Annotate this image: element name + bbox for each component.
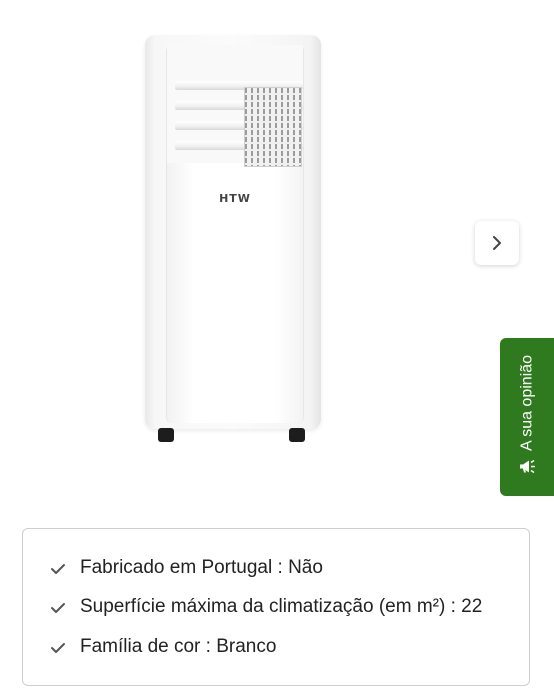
spec-item: Família de cor : Branco [49, 635, 276, 659]
ac-wheel [289, 428, 305, 442]
spec-label: Fabricado em Portugal [80, 557, 273, 578]
chevron-right-icon [493, 236, 501, 250]
ac-air-outlet [167, 45, 303, 167]
check-icon [51, 603, 65, 613]
megaphone-icon [517, 457, 537, 482]
ac-wheel [158, 428, 174, 442]
spec-separator: : [272, 557, 289, 578]
next-image-button[interactable] [475, 221, 519, 265]
ac-front-panel: HTW [166, 45, 304, 423]
feedback-tab[interactable]: A sua opinião [500, 338, 554, 496]
product-specs: Fabricado em Portugal : Não Superfície m… [22, 528, 530, 686]
product-image-gallery: HTW [0, 0, 554, 510]
ac-grille [244, 87, 302, 167]
check-icon [51, 643, 65, 653]
spec-label: Superfície máxima da climatização (em m²… [80, 596, 446, 617]
spec-label: Família de cor [80, 636, 201, 657]
spec-value: Não [288, 557, 323, 578]
check-icon [51, 564, 65, 574]
brand-logo: HTW [219, 192, 251, 205]
spec-separator: : [445, 596, 462, 617]
spec-value: Branco [216, 636, 277, 657]
spec-item: Superfície máxima da climatização (em m²… [49, 595, 482, 619]
spec-item: Fabricado em Portugal : Não [49, 556, 323, 580]
feedback-label: A sua opinião [518, 354, 535, 452]
spec-separator: : [200, 636, 217, 657]
product-image[interactable]: HTW [145, 35, 321, 429]
spec-value: 22 [461, 596, 483, 617]
